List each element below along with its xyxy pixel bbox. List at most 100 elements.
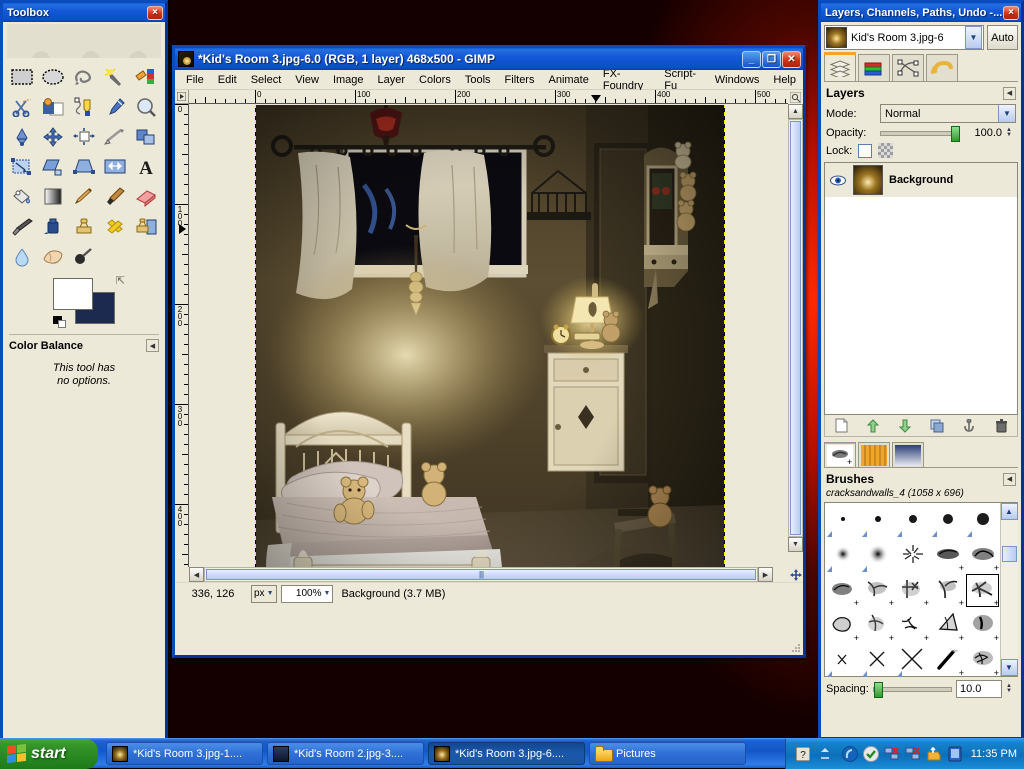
smudge-tool[interactable] <box>38 242 69 272</box>
paintbrush-tool[interactable] <box>99 182 130 212</box>
tool-options-menu-button[interactable]: ◀ <box>146 339 159 352</box>
text-tool[interactable]: A <box>130 152 161 182</box>
toolbox-close-button[interactable]: × <box>147 6 163 20</box>
shear-tool[interactable] <box>38 152 69 182</box>
media-player-icon[interactable] <box>842 746 858 762</box>
opacity-spinner[interactable]: ▲▼ <box>1006 128 1016 138</box>
layer-visibility-eye-icon[interactable] <box>829 175 847 186</box>
pencil-tool[interactable] <box>69 182 100 212</box>
list-item[interactable] <box>860 538 895 573</box>
select-by-color-tool[interactable] <box>130 62 161 92</box>
move-tool[interactable] <box>38 122 69 152</box>
tab-paths[interactable] <box>892 54 924 81</box>
menu-image[interactable]: Image <box>326 72 371 88</box>
perspective-tool[interactable] <box>69 152 100 182</box>
help-icon[interactable]: ? <box>795 746 811 762</box>
resize-grip[interactable] <box>791 643 801 653</box>
default-colors-icon[interactable] <box>53 316 67 328</box>
list-item[interactable] <box>825 538 860 573</box>
zoom-selector[interactable]: 100% ▼ <box>281 585 334 603</box>
hscroll-thumb[interactable]: |||| <box>206 569 756 580</box>
auto-follow-button[interactable]: Auto <box>987 25 1018 50</box>
list-item[interactable]: + <box>930 573 965 608</box>
zoom-tool[interactable] <box>130 92 161 122</box>
taskbar-button-1[interactable]: *Kid's Room 3.jpg-1.... <box>106 742 263 765</box>
menu-help[interactable]: Help <box>766 72 803 88</box>
horizontal-ruler[interactable]: 0100200300400500 <box>189 90 788 104</box>
lock-alpha-button[interactable] <box>878 143 893 158</box>
display-icon[interactable] <box>947 746 963 762</box>
scroll-down-button[interactable]: ▼ <box>788 537 803 552</box>
flip-tool[interactable] <box>99 152 130 182</box>
shield-icon[interactable] <box>863 746 879 762</box>
list-item[interactable]: + <box>965 538 1000 573</box>
list-item[interactable]: + <box>895 608 930 643</box>
layer-list[interactable]: Background <box>824 162 1018 415</box>
vscroll-thumb[interactable] <box>790 121 801 535</box>
table-row[interactable]: Background <box>825 163 1017 197</box>
vertical-ruler[interactable]: 0100200300400 <box>175 104 189 567</box>
list-item-selected[interactable]: + <box>965 573 1000 608</box>
spacing-slider[interactable] <box>873 687 952 692</box>
scale-tool[interactable] <box>7 152 38 182</box>
menu-windows[interactable]: Windows <box>708 72 767 88</box>
list-item[interactable] <box>825 503 860 538</box>
list-item[interactable] <box>895 643 930 678</box>
dock-titlebar[interactable]: Layers, Channels, Paths, Undo -... × <box>821 3 1021 22</box>
layer-mode-select[interactable]: Normal ▼ <box>880 104 1016 123</box>
tab-channels[interactable] <box>858 54 890 81</box>
spacing-spinner[interactable]: ▲▼ <box>1006 684 1016 694</box>
measure-tool[interactable] <box>7 122 38 152</box>
brush-scrollbar[interactable]: ▲ ▼ <box>1000 503 1017 676</box>
list-item[interactable]: + <box>930 538 965 573</box>
zoom-image-button[interactable] <box>788 90 803 104</box>
list-item[interactable] <box>895 538 930 573</box>
alignment-tool[interactable] <box>69 122 100 152</box>
image-canvas[interactable] <box>256 105 724 567</box>
menu-select[interactable]: Select <box>244 72 289 88</box>
start-button[interactable]: start <box>0 739 98 769</box>
navigation-preview-button[interactable] <box>788 567 803 582</box>
menu-file[interactable]: File <box>179 72 211 88</box>
list-item[interactable]: + <box>825 608 860 643</box>
foreground-background-colors[interactable]: ⇱ <box>53 278 115 324</box>
gimp-close-button[interactable]: ✕ <box>782 51 801 68</box>
brush-scroll-down-button[interactable]: ▼ <box>1001 659 1018 676</box>
brush-scroll-up-button[interactable]: ▲ <box>1001 503 1018 520</box>
tab-brushes[interactable]: + <box>824 442 856 467</box>
canvas-viewport[interactable] <box>190 105 788 567</box>
fuzzy-select-tool[interactable] <box>99 62 130 92</box>
opacity-slider-knob[interactable] <box>951 126 960 142</box>
bucket-fill-tool[interactable] <box>7 182 38 212</box>
airbrush-tool[interactable] <box>7 212 38 242</box>
foreground-select-tool[interactable] <box>38 92 69 122</box>
dock-close-button[interactable]: × <box>1003 6 1019 20</box>
tab-patterns[interactable] <box>858 442 890 467</box>
update-icon[interactable] <box>926 746 942 762</box>
list-item[interactable]: + <box>860 608 895 643</box>
new-layer-button[interactable] <box>829 416 853 436</box>
list-item[interactable]: + <box>965 608 1000 643</box>
swap-colors-icon[interactable]: ⇱ <box>116 274 125 287</box>
tab-layers[interactable] <box>824 54 856 81</box>
gimp-minimize-button[interactable]: _ <box>742 51 761 68</box>
list-item[interactable] <box>930 503 965 538</box>
list-item[interactable] <box>965 503 1000 538</box>
network-disconnected-icon-2[interactable] <box>905 746 921 762</box>
menu-colors[interactable]: Colors <box>412 72 458 88</box>
clone-tool[interactable] <box>69 212 100 242</box>
spacing-value[interactable]: 10.0 <box>956 680 1002 698</box>
menu-access-button[interactable] <box>175 90 189 104</box>
list-item[interactable]: + <box>825 573 860 608</box>
crop-tool[interactable] <box>99 122 130 152</box>
ellipse-select-tool[interactable] <box>38 62 69 92</box>
perspective-clone-tool[interactable] <box>130 212 161 242</box>
taskbar-button-2[interactable]: *Kid's Room 2.jpg-3.... <box>267 742 424 765</box>
heal-tool[interactable] <box>99 212 130 242</box>
eraser-tool[interactable] <box>130 182 161 212</box>
tab-gradients[interactable] <box>892 442 924 467</box>
list-item[interactable]: + <box>930 643 965 678</box>
blur-sharpen-tool[interactable] <box>7 242 38 272</box>
list-item[interactable] <box>860 503 895 538</box>
raise-layer-button[interactable] <box>861 416 885 436</box>
